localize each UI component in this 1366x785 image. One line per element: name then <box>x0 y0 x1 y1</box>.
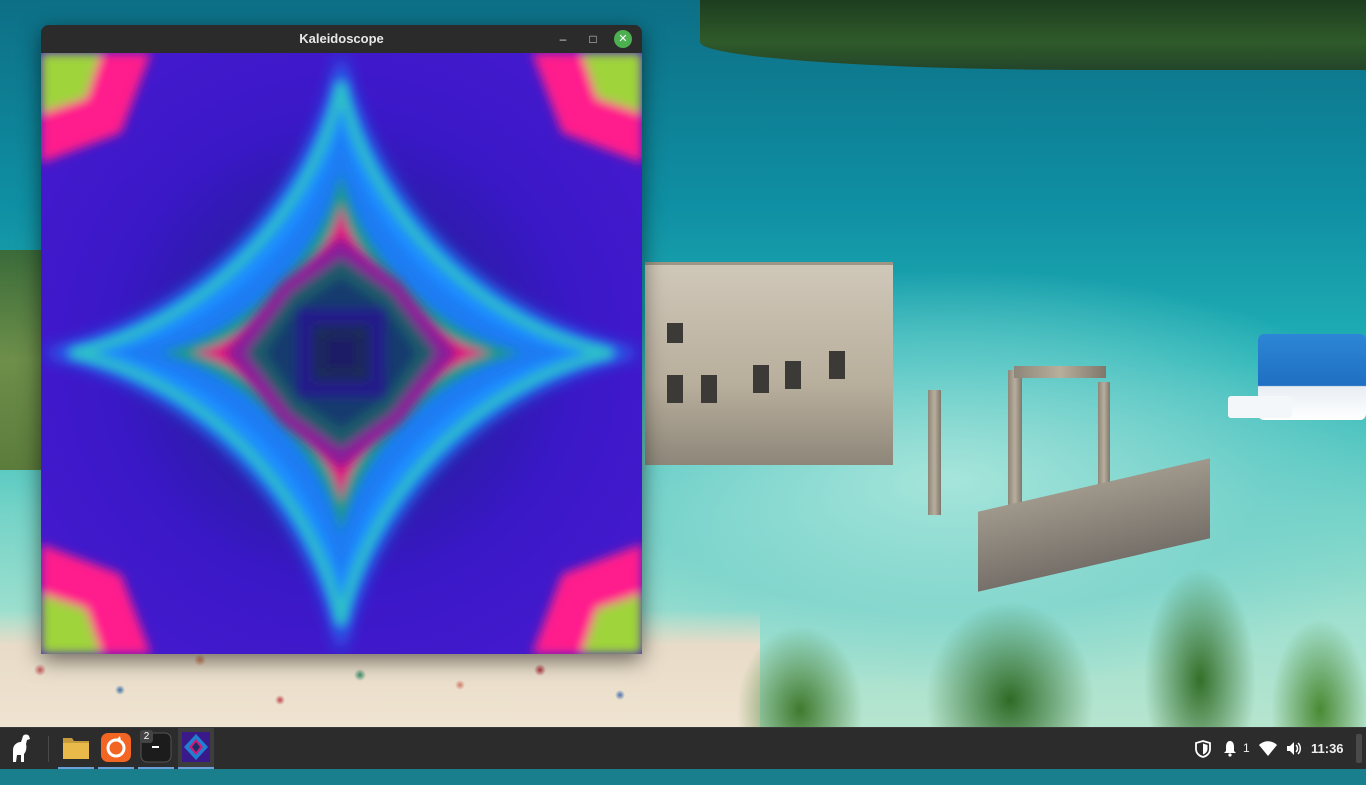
taskbar-app-kaleidoscope[interactable] <box>178 728 214 769</box>
firefox-icon <box>101 733 131 762</box>
kaleidoscope-window: Kaleidoscope – □ ✕ <box>41 25 642 654</box>
show-desktop-button[interactable] <box>1356 734 1362 763</box>
taskbar-app-firefox[interactable] <box>98 728 134 769</box>
running-indicator <box>138 767 174 769</box>
running-indicator <box>58 767 94 769</box>
taskbar-separator <box>48 736 49 762</box>
taskbar: 2 1 11:36 <box>0 727 1366 769</box>
clock[interactable]: 11:36 <box>1311 728 1349 769</box>
folder-icon <box>63 738 89 759</box>
window-count-badge: 2 <box>140 730 153 743</box>
kaleidoscope-canvas[interactable] <box>41 53 642 654</box>
tray-notifications[interactable] <box>1222 728 1238 769</box>
volume-icon <box>1287 742 1301 755</box>
wallpaper-left-bank <box>0 250 42 470</box>
wallpaper-ruin-building <box>645 262 893 465</box>
notification-count: 1 <box>1243 741 1250 755</box>
wallpaper-pillar <box>928 390 941 515</box>
running-indicator <box>98 767 134 769</box>
wallpaper-pillar <box>1098 382 1110 486</box>
tray-volume[interactable] <box>1285 728 1303 769</box>
kaleidoscope-pattern <box>41 53 642 654</box>
maximize-button[interactable]: □ <box>584 30 602 48</box>
shield-icon <box>1195 740 1211 758</box>
start-menu-button[interactable] <box>0 728 40 769</box>
tray-network[interactable] <box>1258 728 1278 769</box>
window-title: Kaleidoscope <box>299 31 384 46</box>
dinosaur-logo-icon <box>13 734 30 762</box>
taskbar-app-terminal[interactable]: 2 <box>138 728 174 769</box>
wallpaper-foliage <box>680 560 1366 728</box>
minimize-button[interactable]: – <box>554 30 572 48</box>
window-titlebar[interactable]: Kaleidoscope – □ ✕ <box>41 25 642 53</box>
wallpaper-beam <box>1014 366 1106 378</box>
wallpaper-float <box>1228 396 1292 418</box>
taskbar-app-files[interactable] <box>58 728 94 769</box>
kaleidoscope-icon <box>182 732 210 762</box>
bell-icon <box>1224 741 1236 757</box>
wallpaper-treeline <box>700 0 1366 70</box>
close-button[interactable]: ✕ <box>614 30 632 48</box>
tray-shield[interactable] <box>1194 728 1212 769</box>
running-indicator <box>178 767 214 769</box>
wifi-icon <box>1259 741 1277 756</box>
